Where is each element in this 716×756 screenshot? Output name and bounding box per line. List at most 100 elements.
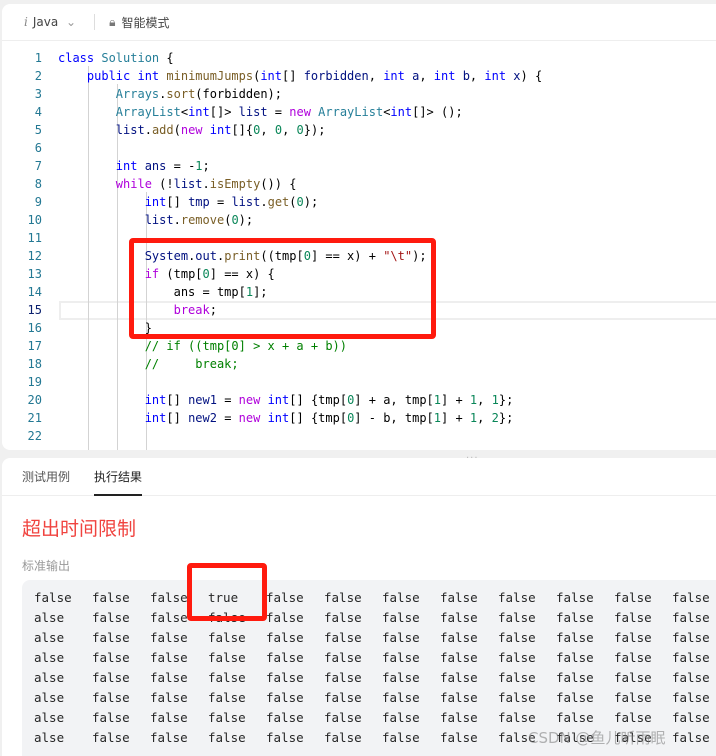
info-icon: i [24,15,28,29]
output-value: false [614,630,652,645]
code-line[interactable]: 5 list.add(new int[]{0, 0, 0}); [2,121,716,139]
output-value: false [150,610,188,625]
output-value: false [324,730,362,745]
code-text: System.out.print((tmp[0] == x) + "\t"); [58,247,427,265]
tab-test-cases[interactable]: 测试用例 [22,458,70,495]
output-value: false [556,590,594,605]
divider [94,14,96,30]
output-value: false [382,670,420,685]
code-line[interactable]: 15 break; [2,301,716,319]
output-value: false [208,690,246,705]
code-token: public int [86,69,167,83]
output-value: false [266,650,304,665]
code-token: [] [166,393,189,407]
tab-run-result[interactable]: 执行结果 [94,458,143,496]
output-value: false [266,670,304,685]
code-token: ; [202,159,210,173]
code-token: = [216,393,239,407]
code-token: list [231,195,261,209]
code-token: 0 [274,123,283,137]
code-line[interactable]: 14 ans = tmp[1]; [2,283,716,301]
code-line[interactable]: 21 int[] new2 = new int[] {tmp[0] - b, t… [2,409,716,427]
line-number: 4 [34,105,42,119]
line-number: 12 [27,249,42,263]
code-text: list.add(new int[]{0, 0, 0}); [58,121,326,139]
mode-label[interactable]: 智能模式 [121,14,169,31]
code-line[interactable]: 4 ArrayList<int[]> list = new ArrayList<… [2,103,716,121]
code-text: int[] new1 = new int[] {tmp[0] + a, tmp[… [58,391,514,409]
code-token: Solution [101,51,167,65]
code-token: remove [180,213,225,227]
line-number: 18 [27,357,42,371]
code-line[interactable]: 17 // if ((tmp[0] > x + a + b)) [2,337,716,355]
code-token: int [433,69,463,83]
output-value: false [556,710,594,725]
code-line[interactable]: 10 list.remove(0); [2,211,716,229]
output-value: false [614,610,652,625]
output-value: false [324,610,362,625]
code-line[interactable]: 19 [2,373,716,391]
code-line[interactable]: 16 } [2,319,716,337]
code-token: x [513,69,521,83]
code-text: while (!list.isEmpty()) { [58,175,297,193]
editor-toolbar: i Java ⌄ 🔒︎ 智能模式 [2,4,716,41]
code-text: ans = tmp[1]; [58,283,268,301]
line-number: 21 [27,411,42,425]
code-line[interactable]: 7 int ans = -1; [2,157,716,175]
code-line[interactable]: 12 System.out.print((tmp[0] == x) + "\t"… [2,247,716,265]
output-value: alse [34,670,65,685]
language-select[interactable]: Java ⌄ [33,15,76,29]
code-token: int [383,69,413,83]
code-token: int [144,195,167,209]
output-value: false [672,710,710,725]
output-value: false [498,590,536,605]
code-token: // if ((tmp[0] > x + a + b)) [144,339,347,353]
code-line[interactable]: 6 [2,139,716,157]
code-token: 0 [296,195,304,209]
code-line[interactable]: 1 class Solution { [2,49,716,67]
output-value: false [498,650,536,665]
output-value: false [498,690,536,705]
code-token: ] + [441,411,470,425]
line-number: 5 [34,123,42,137]
code-token: , [477,411,492,425]
output-value: false [324,690,362,705]
output-value: false [266,730,304,745]
code-editor[interactable]: i Java ⌄ 🔒︎ 智能模式 1 class Solution {2 publ… [2,4,716,450]
code-line[interactable]: 22 [2,427,716,445]
code-token: 1 [433,411,442,425]
code-token: , [419,69,434,83]
code-token: "\t" [383,249,413,263]
code-line[interactable]: 9 int[] tmp = list.get(0); [2,193,716,211]
output-value: alse [34,730,65,745]
output-value: false [498,630,536,645]
output-value: false [208,730,246,745]
code-token: (forbidden); [195,87,282,101]
code-token: int [188,105,210,119]
code-token: if [144,267,167,281]
output-value: false [266,710,304,725]
code-token: minimumJumps [166,69,254,83]
code-token: sort [166,87,196,101]
output-value: false [92,650,130,665]
chevron-down-icon: ⌄ [66,15,77,29]
code-line[interactable]: 8 while (!list.isEmpty()) { [2,175,716,193]
result-panel: 测试用例 执行结果 超出时间限制 标准输出 false false false tru… [2,458,716,756]
output-value: false [614,670,652,685]
code-line[interactable]: 18 // break; [2,355,716,373]
code-text: ArrayList<int[]> list = new ArrayList<in… [58,103,463,121]
code-line[interactable]: 11 [2,229,716,247]
output-value: false [382,690,420,705]
output-value: false [498,610,536,625]
code-token: new [238,393,268,407]
code-line[interactable]: 3 Arrays.sort(forbidden); [2,85,716,103]
code-lines[interactable]: 1 class Solution {2 public int minimumJum… [2,49,716,445]
code-token: []{ [231,123,254,137]
code-line[interactable]: 2 public int minimumJumps(int[] forbidde… [2,67,716,85]
code-line[interactable]: 20 int[] new1 = new int[] {tmp[0] + a, t… [2,391,716,409]
code-line[interactable]: 13 if (tmp[0] == x) { [2,265,716,283]
